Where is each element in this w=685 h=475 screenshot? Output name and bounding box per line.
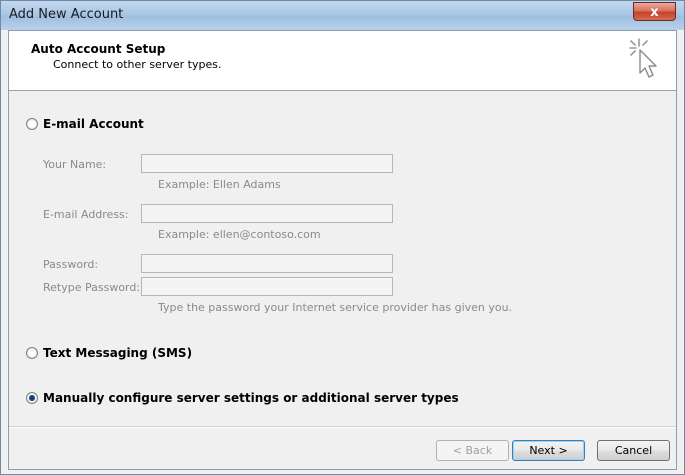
radio-button-text-messaging[interactable] <box>26 347 38 359</box>
cursor-sparkle-icon <box>629 38 657 78</box>
radio-button-email-account[interactable] <box>26 118 38 130</box>
retype-password-label: Retype Password: <box>43 281 141 294</box>
window-title: Add New Account <box>9 7 124 22</box>
footer-separator <box>9 426 676 428</box>
header-band: Auto Account Setup Connect to other serv… <box>9 31 676 91</box>
back-button[interactable]: < Back <box>436 440 509 461</box>
next-button[interactable]: Next > <box>512 440 585 461</box>
your-name-label: Your Name: <box>43 158 107 171</box>
email-address-label: E-mail Address: <box>43 208 129 221</box>
password-label: Password: <box>43 258 99 271</box>
password-input[interactable] <box>141 254 393 273</box>
retype-password-input[interactable] <box>141 277 393 296</box>
radio-button-manual-config[interactable] <box>26 392 38 404</box>
close-button[interactable]: x <box>633 2 676 21</box>
dialog-body: Auto Account Setup Connect to other serv… <box>8 30 677 470</box>
your-name-input[interactable] <box>141 154 393 173</box>
email-address-input[interactable] <box>141 204 393 223</box>
add-new-account-window: Add New Account x Auto Account Setup Con… <box>0 0 685 475</box>
radio-label-text-messaging: Text Messaging (SMS) <box>43 346 193 360</box>
radio-label-email-account: E-mail Account <box>43 117 144 131</box>
header-subtitle: Connect to other server types. <box>53 58 222 71</box>
radio-label-manual-config: Manually configure server settings or ad… <box>43 391 459 405</box>
email-address-hint: Example: ellen@contoso.com <box>158 228 321 241</box>
close-icon: x <box>650 5 659 20</box>
radio-manual-config[interactable]: Manually configure server settings or ad… <box>26 391 459 405</box>
password-hint: Type the password your Internet service … <box>158 301 513 314</box>
title-bar[interactable]: Add New Account x <box>1 1 684 30</box>
header-title: Auto Account Setup <box>31 42 166 56</box>
radio-text-messaging[interactable]: Text Messaging (SMS) <box>26 346 192 360</box>
cancel-button[interactable]: Cancel <box>597 440 670 461</box>
your-name-hint: Example: Ellen Adams <box>158 178 281 191</box>
radio-email-account[interactable]: E-mail Account <box>26 117 144 131</box>
